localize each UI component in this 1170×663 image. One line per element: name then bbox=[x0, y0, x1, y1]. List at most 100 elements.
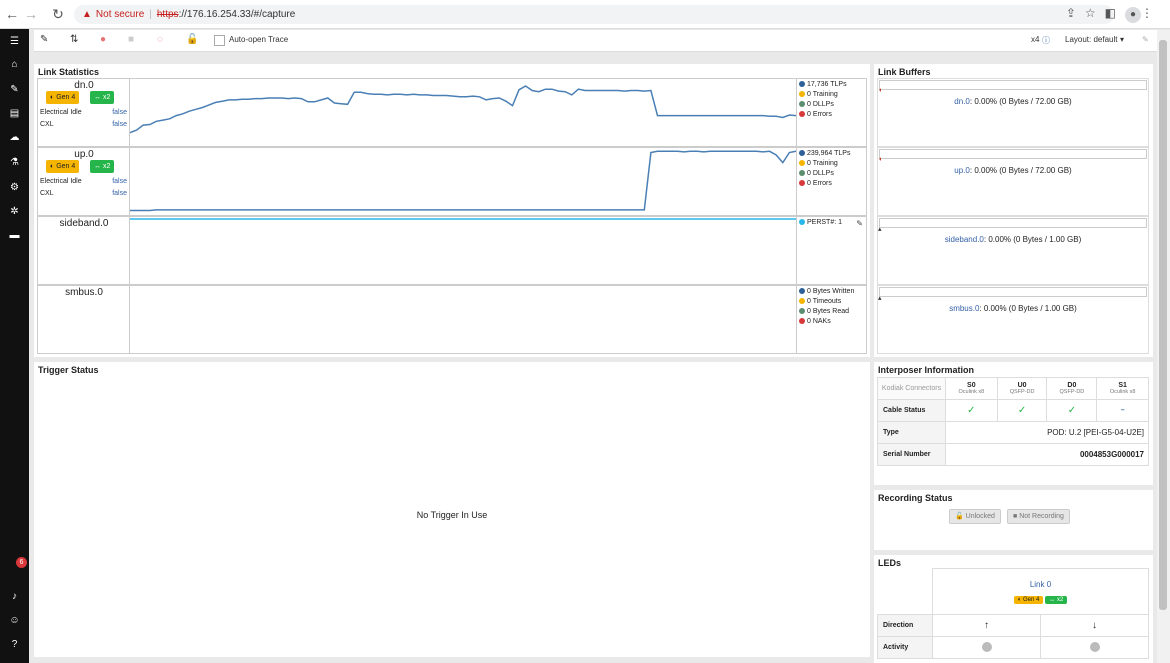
width-badge-label: x2 bbox=[1056, 596, 1064, 603]
star-icon[interactable]: ☆ bbox=[1085, 6, 1105, 20]
legend-item: 0 DLLPs bbox=[799, 101, 834, 108]
caret-down-icon[interactable]: ▾ bbox=[1120, 35, 1124, 44]
layout-select[interactable]: Layout: default bbox=[1065, 35, 1117, 44]
wrench-tool-icon[interactable]: ✎ bbox=[40, 34, 48, 45]
buffer-bar bbox=[879, 149, 1147, 159]
smbus-plot bbox=[130, 286, 796, 353]
legend-dot bbox=[799, 150, 805, 156]
legend-item: 0 Bytes Read bbox=[799, 308, 849, 315]
sidepanel-icon[interactable]: ◧ bbox=[1105, 6, 1125, 20]
profile-icon[interactable]: ● bbox=[1125, 7, 1141, 23]
hamburger-icon[interactable]: ☰ bbox=[0, 36, 29, 47]
cxl-label: CXL bbox=[40, 121, 54, 128]
address-bar[interactable]: ▲ Not secure | https://176.16.254.33/#/capt… bbox=[74, 5, 1114, 24]
archive-icon[interactable]: ▬ bbox=[0, 230, 29, 241]
bell-icon[interactable]: ♪ bbox=[0, 591, 29, 602]
legend-label: 0 Training bbox=[807, 160, 838, 167]
type-row: Type POD: U.2 [PEI-G5-04-U2E] bbox=[877, 421, 1149, 444]
buffer-name[interactable]: up.0 bbox=[954, 166, 970, 175]
legend-label: 239,964 TLPs bbox=[807, 150, 851, 157]
buffer-item: ◖ dn.0: 0.00% (0 Bytes / 72.00 GB) bbox=[877, 78, 1149, 147]
connector-s0: S0 Oculink x8 bbox=[945, 377, 998, 400]
width-badge-label: x2 bbox=[102, 163, 111, 170]
leds-panel: LEDs Link 0 ◐ Gen 4 ↔ x2 Direction ↑ ↓ A… bbox=[874, 555, 1153, 663]
back-icon[interactable]: ← bbox=[4, 6, 20, 22]
arrows-icon: ↔ bbox=[94, 94, 103, 101]
led-link-header: Link 0 ◐ Gen 4 ↔ x2 bbox=[932, 568, 1149, 615]
arrows-icon: ↔ bbox=[94, 163, 103, 170]
target-icon[interactable]: ◌ bbox=[157, 34, 163, 45]
legend-dot bbox=[799, 101, 805, 107]
scrollbar-thumb[interactable] bbox=[1159, 40, 1167, 610]
row-label: smbus.0 bbox=[38, 286, 130, 353]
reload-icon[interactable]: ↻ bbox=[50, 6, 66, 22]
connector-d0: D0 QSFP-DD bbox=[1046, 377, 1098, 400]
forward-icon[interactable]: → bbox=[23, 6, 39, 22]
up-arrow-icon: ↑ bbox=[932, 614, 1041, 637]
serial-value: 0004853G000017 bbox=[945, 443, 1149, 466]
width-badge: ↔ x2 bbox=[90, 160, 115, 173]
record-icon[interactable]: ● bbox=[100, 34, 106, 45]
url-protocol: https bbox=[156, 9, 179, 20]
serial-row: Serial Number 0004853G000017 bbox=[877, 443, 1149, 466]
legend-dot bbox=[799, 288, 805, 294]
link-row-up: up.0 ◐ Gen 4 ↔ x2 Electrical Idle false … bbox=[37, 147, 867, 216]
flask-icon[interactable]: ⚗ bbox=[0, 157, 29, 168]
connector-sub: QSFP-DD bbox=[1009, 389, 1035, 395]
legend-label: 17,736 TLPs bbox=[807, 81, 847, 88]
unlocked-label: Unlocked bbox=[965, 513, 995, 520]
buffer-name[interactable]: smbus.0 bbox=[949, 304, 979, 313]
electrical-idle-label: Electrical Idle bbox=[40, 178, 82, 185]
sideband-plot bbox=[130, 218, 796, 220]
link-name: dn.0 bbox=[74, 80, 94, 91]
unlock-icon[interactable]: 🔓 bbox=[186, 34, 198, 45]
legend-dot bbox=[799, 111, 805, 117]
menu-icon[interactable]: ⋮ bbox=[1141, 6, 1162, 20]
unlocked-button[interactable]: 🔓 Unlocked bbox=[949, 509, 1001, 524]
legend-label: 0 Training bbox=[807, 91, 838, 98]
buffer-text: sideband.0: 0.00% (0 Bytes / 1.00 GB) bbox=[878, 235, 1148, 244]
home-icon[interactable]: ⌂ bbox=[0, 59, 29, 70]
chart-icon[interactable]: ▤ bbox=[0, 108, 29, 119]
buffer-text: up.0: 0.00% (0 Bytes / 72.00 GB) bbox=[878, 166, 1148, 175]
link-row-smbus: smbus.0 0 Bytes Written 0 Timeouts 0 Byt… bbox=[37, 285, 867, 354]
sort-icon[interactable]: ⇅ bbox=[70, 34, 78, 45]
led-corner bbox=[877, 568, 933, 615]
smbus-legend: 0 Bytes Written 0 Timeouts 0 Bytes Read … bbox=[796, 286, 866, 353]
cable-status-row: Cable Status ✓ ✓ ✓ – bbox=[877, 399, 1149, 422]
gen-badge: ◐ Gen 4 bbox=[1013, 595, 1044, 604]
legend-item: 0 Timeouts bbox=[799, 298, 841, 305]
gen-badge: ◐ Gen 4 bbox=[46, 91, 80, 104]
led-indicator bbox=[1089, 641, 1100, 652]
gear-icon[interactable]: ⚙ bbox=[0, 182, 29, 193]
not-recording-button[interactable]: ■ Not Recording bbox=[1007, 509, 1070, 524]
wrench-icon[interactable]: ✎ bbox=[0, 84, 29, 95]
help-icon[interactable]: ? bbox=[0, 639, 29, 650]
buffer-name[interactable]: sideband.0 bbox=[945, 235, 984, 244]
auto-open-checkbox[interactable] bbox=[214, 35, 225, 46]
stop-icon[interactable]: ■ bbox=[128, 34, 134, 45]
connector-sub: QSFP-DD bbox=[1059, 389, 1085, 395]
leds-title: LEDs bbox=[878, 558, 902, 568]
activity-label: Activity bbox=[877, 636, 933, 659]
buffer-name[interactable]: dn.0 bbox=[954, 97, 970, 106]
link-row-sideband: sideband.0 PERST#: 1 ✎ bbox=[37, 216, 867, 285]
led-link-name: Link 0 bbox=[1029, 579, 1052, 589]
gen-badge: ◐ Gen 4 bbox=[46, 160, 80, 173]
settings-icon[interactable]: ✲ bbox=[0, 206, 29, 217]
cloud-icon[interactable]: ☁ bbox=[0, 132, 29, 143]
buffer-marker-icon: ▴ bbox=[878, 295, 882, 302]
buffer-usage: : 0.00% (0 Bytes / 1.00 GB) bbox=[979, 304, 1077, 313]
legend-dot bbox=[799, 298, 805, 304]
share-icon[interactable]: ⇪ bbox=[1066, 6, 1085, 20]
user-icon[interactable]: ☺ bbox=[0, 615, 29, 626]
help-circle-icon[interactable]: ⓘ bbox=[1042, 35, 1050, 46]
edit-icon[interactable]: ✎ bbox=[1142, 35, 1149, 44]
link-name: up.0 bbox=[74, 149, 94, 160]
gen-badge-label: Gen 4 bbox=[56, 94, 76, 101]
row-label: up.0 ◐ Gen 4 ↔ x2 Electrical Idle false … bbox=[38, 148, 130, 215]
pencil-icon[interactable]: ✎ bbox=[856, 219, 863, 228]
gen-badge-label: Gen 4 bbox=[1022, 596, 1040, 603]
activity-led-up bbox=[932, 636, 1041, 659]
connector-name: U0 bbox=[1017, 382, 1027, 389]
